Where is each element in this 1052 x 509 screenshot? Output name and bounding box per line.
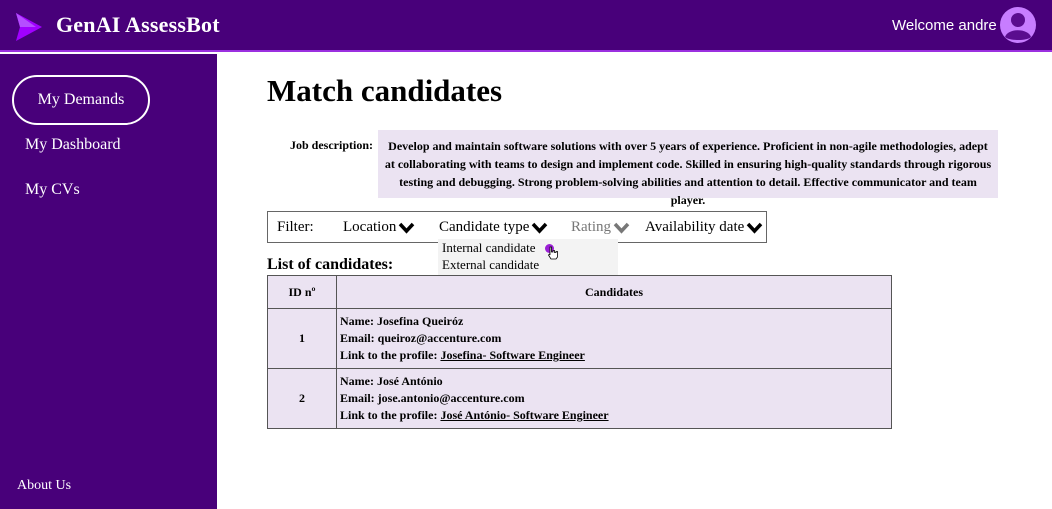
rating-dropdown-label: Rating — [571, 219, 611, 235]
profile-link[interactable]: José António- Software Engineer — [440, 408, 608, 422]
column-header-candidates: Candidates — [336, 275, 892, 309]
chevron-down-icon — [532, 222, 548, 234]
candidate-name: Name: José António — [340, 374, 443, 388]
hand-pointer-icon — [547, 246, 558, 260]
candidate-info: Name: José António Email: jose.antonio@a… — [336, 368, 892, 429]
option-internal-candidate[interactable]: Internal candidate — [442, 240, 535, 256]
profile-link-label: Link to the profile: — [340, 408, 441, 422]
chevron-down-icon — [613, 222, 630, 234]
column-header-id: ID nº — [267, 275, 337, 309]
candidate-type-dropdown-label: Candidate type — [439, 219, 530, 235]
chevron-down-icon — [399, 222, 415, 234]
table-row: 1 Name: Josefina Queiróz Email: queiroz@… — [267, 308, 892, 369]
candidates-table: ID nº Candidates 1 Name: Josefina Queiró… — [267, 275, 892, 429]
candidate-profile: Link to the profile: Josefina- Software … — [340, 347, 888, 364]
availability-date-dropdown[interactable]: Availability date — [645, 219, 763, 236]
location-dropdown[interactable]: Location — [343, 219, 415, 236]
user-avatar-icon[interactable] — [1000, 7, 1036, 43]
location-dropdown-label: Location — [343, 219, 397, 235]
page-title: Match candidates — [267, 73, 503, 108]
table-header-row: ID nº Candidates — [267, 275, 892, 309]
profile-link[interactable]: Josefina- Software Engineer — [440, 348, 584, 362]
sidebar-item-my-cvs[interactable]: My CVs — [25, 181, 80, 199]
sidebar-item-my-dashboard[interactable]: My Dashboard — [25, 136, 121, 154]
table-row: 2 Name: José António Email: jose.antonio… — [267, 368, 892, 429]
chevron-right-logo-icon[interactable] — [16, 13, 42, 41]
chevron-down-icon — [746, 222, 763, 234]
candidate-id: 1 — [267, 308, 337, 369]
app-title: GenAI AssessBot — [56, 12, 220, 37]
filter-label: Filter: — [277, 219, 314, 235]
candidate-name: Name: Josefina Queiróz — [340, 314, 464, 328]
rating-dropdown[interactable]: Rating — [571, 219, 630, 236]
candidate-email: Email: queiroz@accenture.com — [340, 331, 502, 345]
candidate-id: 2 — [267, 368, 337, 429]
job-description-text: Develop and maintain software solutions … — [378, 130, 998, 207]
sidebar: My Demands My Dashboard My CVs About Us — [0, 54, 217, 509]
candidate-type-dropdown[interactable]: Candidate type — [439, 219, 548, 236]
availability-date-dropdown-label: Availability date — [645, 219, 745, 235]
job-description-label: Job description: — [290, 138, 374, 152]
about-us-link[interactable]: About Us — [17, 478, 71, 494]
candidate-profile: Link to the profile: José António- Softw… — [340, 407, 888, 424]
candidates-list-title: List of candidates: — [267, 256, 394, 273]
welcome-text: Welcome andre — [892, 17, 997, 34]
option-external-candidate[interactable]: External candidate — [442, 257, 539, 273]
profile-link-label: Link to the profile: — [340, 348, 441, 362]
candidate-info: Name: Josefina Queiróz Email: queiroz@ac… — [336, 308, 892, 369]
top-header: GenAI AssessBot Welcome andre — [0, 0, 1052, 52]
candidate-type-menu: Internal candidate External candidate — [438, 239, 618, 276]
candidate-email: Email: jose.antonio@accenture.com — [340, 391, 525, 405]
sidebar-item-my-demands[interactable]: My Demands — [12, 75, 150, 125]
